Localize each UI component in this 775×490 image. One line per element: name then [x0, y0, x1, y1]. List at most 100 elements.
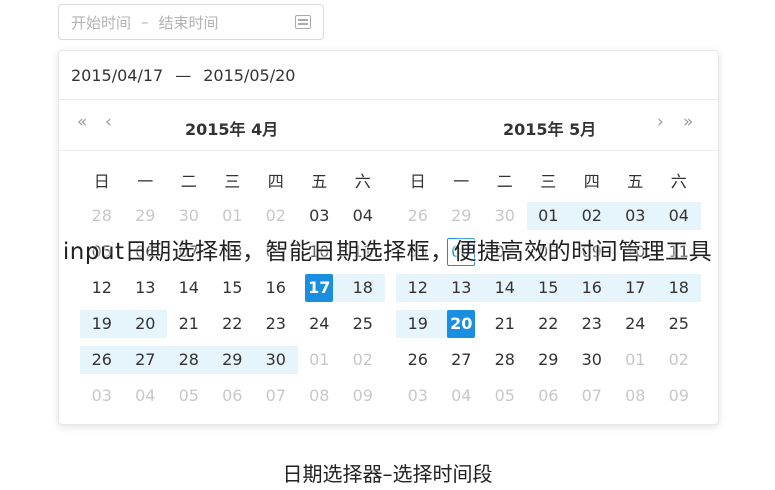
day-cell[interactable]: 12	[396, 274, 440, 302]
day-cell[interactable]: 27	[440, 346, 484, 374]
next-year-icon[interactable]: »	[683, 114, 693, 131]
day-cell[interactable]: 28	[80, 202, 124, 230]
day-cell[interactable]: 03	[613, 202, 657, 230]
day-cell[interactable]: 13	[124, 274, 168, 302]
day-cell[interactable]: 09	[570, 238, 614, 266]
day-cell[interactable]: 04	[124, 382, 168, 410]
day-cell[interactable]: 14	[167, 274, 211, 302]
day-cell[interactable]: 03	[298, 202, 342, 230]
day-cell[interactable]: 03	[80, 382, 124, 410]
day-cell[interactable]: 10	[298, 238, 342, 266]
day-cell[interactable]: 24	[614, 310, 658, 338]
day-cell[interactable]: 08	[527, 238, 571, 266]
day-cell[interactable]: 16	[254, 274, 298, 302]
day-cell[interactable]: 06	[124, 238, 168, 266]
day-cell[interactable]: 27	[123, 346, 167, 374]
day-cell[interactable]: 01	[211, 202, 255, 230]
day-cell[interactable]: 30	[167, 202, 211, 230]
day-cell[interactable]: 03	[396, 382, 440, 410]
day-cell[interactable]: 09	[254, 238, 298, 266]
day-cell[interactable]: 20	[123, 310, 167, 338]
day-cell[interactable]: 15	[526, 274, 570, 302]
day-cell[interactable]: 10	[614, 238, 658, 266]
day-cell[interactable]: 21	[167, 310, 211, 338]
day-cell[interactable]: 08	[614, 382, 658, 410]
day-cell[interactable]: 21	[483, 310, 527, 338]
day-cell[interactable]: 26	[80, 346, 124, 374]
day-cell[interactable]: 02	[570, 202, 614, 230]
day-cell[interactable]: 17	[613, 274, 657, 302]
day-cell[interactable]: 05	[396, 238, 440, 266]
day-cell[interactable]: 15	[211, 274, 255, 302]
day-number: 18	[668, 278, 689, 297]
day-cell[interactable]: 13	[439, 274, 483, 302]
day-cell[interactable]: 09	[657, 382, 701, 410]
day-cell[interactable]: 11	[341, 238, 385, 266]
day-cell[interactable]: 07	[483, 238, 527, 266]
day-cell[interactable]: 04	[440, 382, 484, 410]
day-number: 28	[91, 206, 112, 225]
date-range-input[interactable]: 开始时间 – 结束时间	[58, 4, 324, 40]
weekday-label: 日	[93, 172, 110, 191]
day-cell[interactable]: 02	[341, 346, 385, 374]
day-cell[interactable]: 01	[614, 346, 658, 374]
day-cell[interactable]: 02	[254, 202, 298, 230]
day-cell[interactable]: 29	[527, 346, 571, 374]
day-cell[interactable]: 23	[570, 310, 614, 338]
day-cell[interactable]: 02	[657, 346, 701, 374]
day-cell[interactable]: 06	[211, 382, 255, 410]
day-cell[interactable]: 25	[657, 310, 701, 338]
day-cell[interactable]: 01	[298, 346, 342, 374]
day-cell[interactable]: 22	[527, 310, 571, 338]
day-cell[interactable]: 29	[124, 202, 168, 230]
day-cell[interactable]: 24	[298, 310, 342, 338]
day-cell[interactable]: 30	[570, 346, 614, 374]
day-cell[interactable]: 19	[396, 310, 440, 338]
day-number: 01	[538, 206, 559, 225]
selected-day-cell[interactable]: 17	[297, 274, 341, 302]
day-cell[interactable]: 09	[341, 382, 385, 410]
day-cell[interactable]: 06	[527, 382, 571, 410]
day-number: 04	[352, 206, 373, 225]
day-cell[interactable]: 23	[254, 310, 298, 338]
day-cell[interactable]: 07	[254, 382, 298, 410]
day-cell[interactable]: 04	[657, 202, 701, 230]
day-cell[interactable]: 29	[210, 346, 254, 374]
day-cell[interactable]: 26	[396, 346, 440, 374]
day-cell[interactable]: 30	[254, 346, 298, 374]
day-cell[interactable]: 29	[440, 202, 484, 230]
day-cell[interactable]: 18	[657, 274, 701, 302]
day-number: 09	[352, 386, 373, 405]
day-cell[interactable]: 06	[440, 238, 484, 266]
day-cell[interactable]: 25	[341, 310, 385, 338]
next-month-icon[interactable]: ›	[657, 114, 664, 131]
day-cell[interactable]: 12	[80, 274, 124, 302]
end-date-placeholder[interactable]: 结束时间	[159, 12, 219, 33]
calendar-nav: « ‹ 2015年 4月 2015年 5月 › »	[59, 100, 718, 151]
day-cell[interactable]: 26	[396, 202, 440, 230]
day-cell[interactable]: 19	[80, 310, 124, 338]
day-cell[interactable]: 28	[483, 346, 527, 374]
day-cell[interactable]: 07	[167, 238, 211, 266]
prev-year-icon[interactable]: «	[77, 114, 87, 131]
day-cell[interactable]: 01	[526, 202, 570, 230]
selected-day-cell[interactable]: 20	[439, 310, 483, 338]
day-cell[interactable]: 07	[570, 382, 614, 410]
day-cell[interactable]: 05	[483, 382, 527, 410]
day-cell[interactable]: 28	[167, 346, 211, 374]
day-cell[interactable]: 05	[167, 382, 211, 410]
day-cell[interactable]: 16	[570, 274, 614, 302]
day-cell[interactable]: 30	[483, 202, 527, 230]
day-cell[interactable]: 05	[80, 238, 124, 266]
start-date-placeholder[interactable]: 开始时间	[71, 12, 131, 33]
day-cell[interactable]: 18	[341, 274, 385, 302]
day-cell[interactable]: 11	[657, 238, 701, 266]
calendar-icon[interactable]	[295, 15, 311, 29]
day-cell[interactable]: 14	[483, 274, 527, 302]
day-cell[interactable]: 08	[298, 382, 342, 410]
day-cell[interactable]: 04	[341, 202, 385, 230]
prev-month-icon[interactable]: ‹	[105, 114, 112, 131]
day-cell[interactable]: 08	[211, 238, 255, 266]
day-number: 09	[668, 386, 689, 405]
day-cell[interactable]: 22	[211, 310, 255, 338]
